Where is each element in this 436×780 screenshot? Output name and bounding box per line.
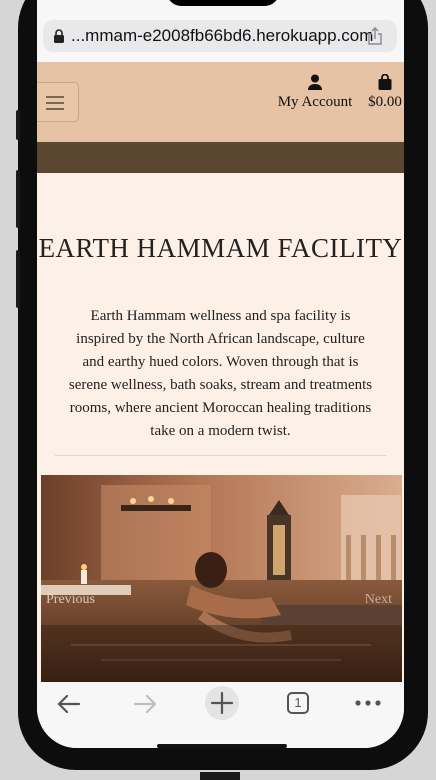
header-band <box>37 142 404 173</box>
shopping-bag-link[interactable]: $0.00 <box>363 74 404 111</box>
menu-bar-icon <box>46 96 64 98</box>
tabs-count-button[interactable]: 1 <box>287 692 309 714</box>
account-label: My Account <box>277 94 353 110</box>
url-text: ...mmam-e2008fb66bd6.herokuapp.com <box>71 26 374 45</box>
page-title: EARTH HAMMAM FACILITY <box>38 233 403 263</box>
charging-cable <box>200 772 240 780</box>
address-bar[interactable]: ...mmam-e2008fb66bd6.herokuapp.com <box>43 20 397 52</box>
phone-volume-up <box>16 170 20 228</box>
section-divider <box>55 455 386 456</box>
carousel: Previous Next <box>41 475 402 685</box>
phone-notch <box>167 0 279 6</box>
browser-address-area: ...mmam-e2008fb66bd6.herokuapp.com <box>37 0 404 62</box>
spa-photo <box>41 475 402 685</box>
forward-arrow-icon[interactable] <box>131 692 159 716</box>
lock-icon <box>54 29 64 43</box>
new-tab-button[interactable] <box>205 686 239 720</box>
carousel-next-button[interactable]: Next <box>365 592 392 608</box>
phone-screen: ...mmam-e2008fb66bd6.herokuapp.com My Ac… <box>37 0 404 748</box>
menu-bar-icon <box>46 108 64 110</box>
carousel-previous-button[interactable]: Previous <box>46 592 95 608</box>
menu-bar-icon <box>46 102 64 104</box>
page-description: Earth Hammam wellness and spa facility i… <box>68 308 373 439</box>
site-header: My Account $0.00 <box>37 62 404 142</box>
home-indicator <box>157 744 287 748</box>
share-icon[interactable] <box>367 27 383 45</box>
cart-total: $0.00 <box>368 94 402 110</box>
shopping-bag-icon <box>378 74 392 90</box>
plus-icon <box>210 691 234 715</box>
hamburger-menu-button[interactable] <box>37 82 79 122</box>
browser-toolbar: 1 <box>37 682 404 748</box>
phone-side-button <box>16 110 20 140</box>
my-account-link[interactable]: My Account <box>275 74 355 111</box>
more-options-icon[interactable] <box>355 700 381 706</box>
back-arrow-icon[interactable] <box>55 692 83 716</box>
phone-volume-down <box>16 250 20 308</box>
user-icon <box>308 74 322 90</box>
